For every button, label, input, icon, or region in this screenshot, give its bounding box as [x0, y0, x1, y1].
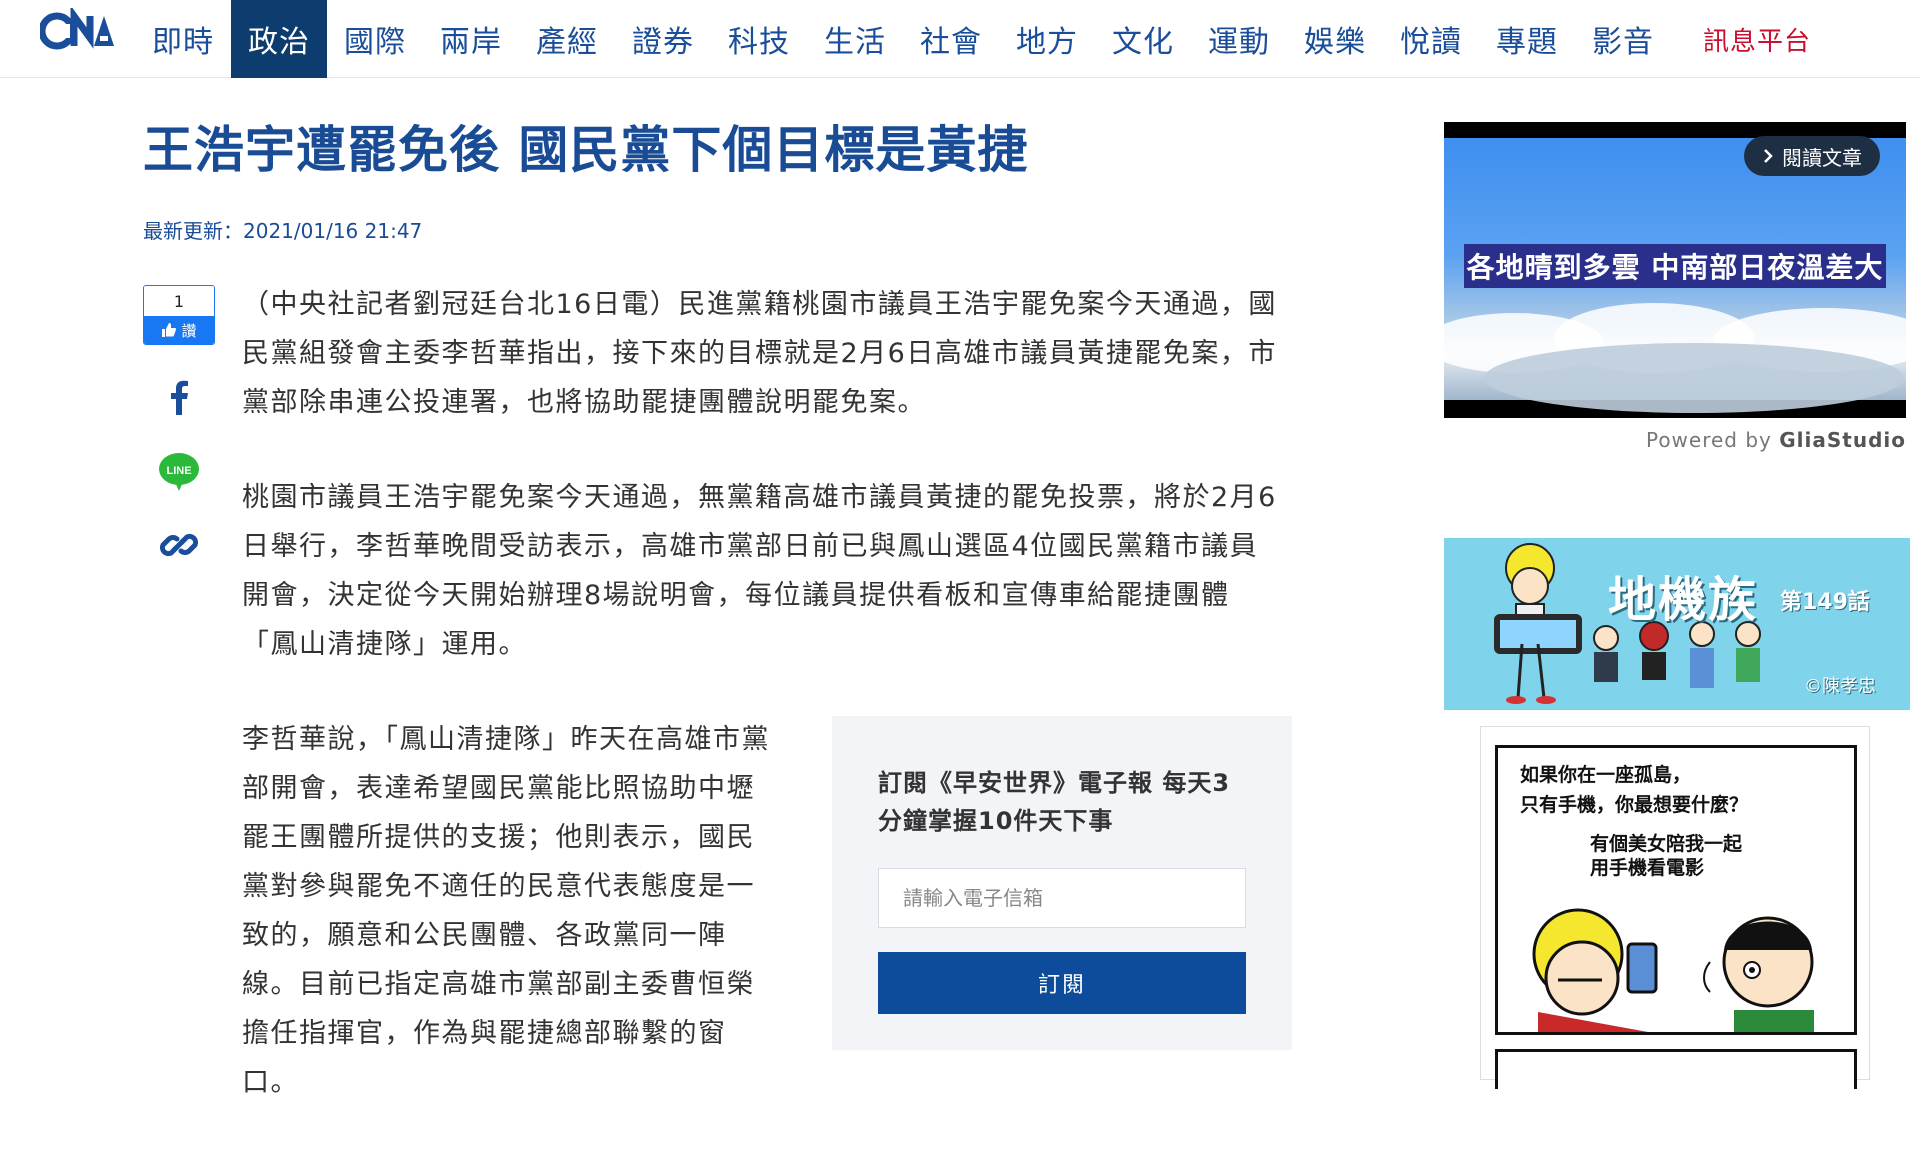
comic-banner-title: 地機族 [1608, 572, 1759, 628]
link-icon[interactable] [157, 523, 201, 567]
read-article-button[interactable]: 閱讀文章 [1744, 136, 1880, 176]
comic-panel-illustration [1532, 908, 1814, 1032]
line-icon-label: LINE [166, 465, 191, 477]
nav-item-society[interactable]: 社會 [903, 0, 999, 78]
facebook-like-button[interactable]: 1 讚 [143, 285, 215, 345]
newsletter-signup: 訂閱《早安世界》電子報 每天3分鐘掌握10件天下事 訂閱 [832, 716, 1292, 1050]
comic-speech-bubble: 有個美女陪我一起 用手機看電影 [1590, 832, 1742, 880]
nav-item-culture[interactable]: 文化 [1095, 0, 1191, 78]
nav-item-features[interactable]: 專題 [1479, 0, 1575, 78]
nav-item-info-platform[interactable]: 訊息平台 [1691, 0, 1823, 78]
share-bar: 1 讚 LINE [143, 285, 215, 567]
article-paragraph: 桃園市議員王浩宇罷免案今天通過，無黨籍高雄市議員黃捷的罷免投票，將於2月6日舉行… [242, 482, 1277, 660]
powered-by: Powered by GliaStudio [1444, 428, 1906, 452]
comic-speech-line: 只有手機，你最想要什麼？ [1520, 794, 1749, 816]
nav-item-lifestyle[interactable]: 生活 [807, 0, 903, 78]
nav-item-politics[interactable]: 政治 [231, 0, 327, 78]
comic-speech-bubble: 如果你在一座孤島， 只有手機，你最想要什麼？ [1520, 760, 1748, 820]
comic-speech-line: 用手機看電影 [1590, 857, 1705, 879]
nav-item-securities[interactable]: 證券 [615, 0, 711, 78]
newsletter-title: 訂閱《早安世界》電子報 每天3分鐘掌握10件天下事 [878, 769, 1231, 835]
cast-figure-1 [1593, 625, 1619, 682]
nav-item-local[interactable]: 地方 [999, 0, 1095, 78]
thumbs-up-icon [162, 323, 177, 337]
article-updated-time: 最新更新：2021/01/16 21:47 [143, 215, 422, 244]
comic-speech-line: 如果你在一座孤島， [1520, 764, 1692, 786]
nav-item-technology[interactable]: 科技 [711, 0, 807, 78]
comic-panel [1495, 1049, 1857, 1089]
nav-item-video[interactable]: 影音 [1575, 0, 1671, 78]
nav-item-entertainment[interactable]: 娛樂 [1287, 0, 1383, 78]
read-article-label: 閱讀文章 [1782, 145, 1862, 170]
powered-prefix: Powered by [1645, 428, 1780, 452]
video-player[interactable]: 閱讀文章 各地晴到多雲 中南部日夜溫差大 [1444, 122, 1906, 418]
like-label-wrap: 讚 [144, 316, 214, 344]
nav-item-international[interactable]: 國際 [327, 0, 423, 78]
updated-label: 最新更新： [143, 219, 243, 243]
nav-item-cross-strait[interactable]: 兩岸 [423, 0, 519, 78]
cna-logo[interactable] [40, 8, 120, 54]
updated-timestamp: 2021/01/16 21:47 [243, 219, 423, 243]
comic-strip[interactable]: 如果你在一座孤島， 只有手機，你最想要什麼？ 有個美女陪我一起 用手機看電影 [1480, 726, 1870, 1089]
article-paragraph: 李哲華說，「鳳山清捷隊」昨天在高雄市黨部開會，表達希望國民黨能比照協助中壢罷王團… [242, 724, 770, 1098]
like-label: 讚 [181, 321, 197, 340]
chevron-right-icon [1764, 149, 1773, 163]
powered-brand: GliaStudio [1779, 428, 1906, 452]
nav-item-sports[interactable]: 運動 [1191, 0, 1287, 78]
comic-banner-credit: ©陳孝忠 [1804, 676, 1876, 697]
nav-item-realtime[interactable]: 即時 [135, 0, 231, 78]
subscribe-button[interactable]: 訂閱 [878, 952, 1246, 1014]
nav-item-reading[interactable]: 悅讀 [1383, 0, 1479, 78]
cast-figure-4 [1735, 621, 1761, 682]
comic-speech-line: 有個美女陪我一起 [1590, 833, 1743, 855]
article-paragraph: （中央社記者劉冠廷台北16日電）民進黨籍桃園市議員王浩宇罷免案今天通過，國民黨組… [242, 289, 1277, 418]
cast-figure-2 [1639, 621, 1669, 680]
facebook-icon[interactable] [157, 375, 201, 419]
main-nav: 即時 政治 國際 兩岸 產經 證券 科技 生活 社會 地方 文化 運動 娛樂 悅… [135, 0, 1823, 78]
video-caption: 各地晴到多雲 中南部日夜溫差大 [1464, 244, 1886, 288]
comic-banner[interactable]: 地機族 第149話 ©陳孝忠 [1444, 538, 1910, 710]
email-field[interactable] [878, 868, 1246, 928]
nav-item-business[interactable]: 產經 [519, 0, 615, 78]
article-headline: 王浩宇遭罷免後 國民黨下個目標是黃捷 [143, 121, 1029, 179]
comic-banner-episode: 第149話 [1780, 590, 1870, 615]
line-icon[interactable]: LINE [157, 449, 201, 493]
comic-panel: 如果你在一座孤島， 只有手機，你最想要什麼？ 有個美女陪我一起 用手機看電影 [1495, 745, 1857, 1035]
cast-figure-3 [1689, 621, 1715, 688]
like-count: 1 [144, 286, 214, 316]
top-navigation-bar: 即時 政治 國際 兩岸 產經 證券 科技 生活 社會 地方 文化 運動 娛樂 悅… [0, 0, 1920, 78]
